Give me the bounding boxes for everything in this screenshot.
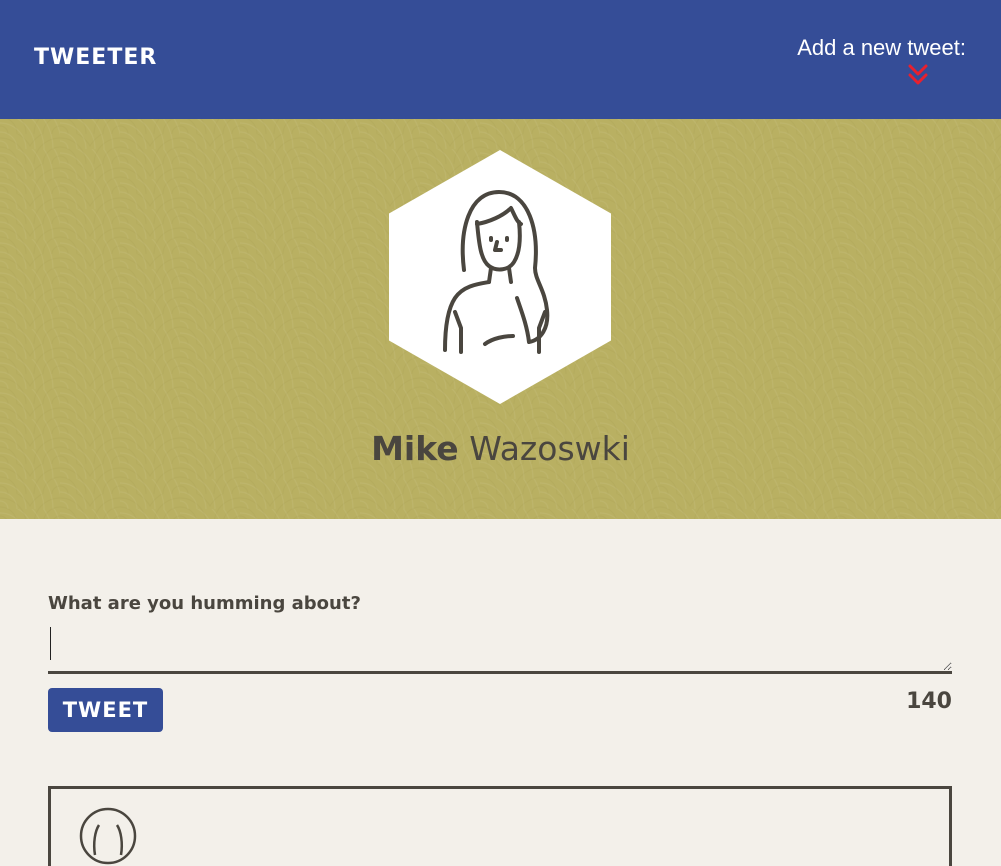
compose-toggle-label: Add a new tweet: [797, 35, 966, 60]
top-nav: TWEETER Add a new tweet: [0, 0, 1001, 119]
character-counter: 140 [906, 689, 952, 714]
profile-name: Mike Wazoswki [0, 429, 1001, 469]
double-chevron-down-icon[interactable] [908, 63, 928, 87]
brand-logo[interactable]: TWEETER [34, 45, 157, 71]
profile-avatar [389, 150, 611, 404]
profile-first-name: Mike [371, 429, 459, 468]
profile-header: Mike Wazoswki [0, 119, 1001, 519]
composer-label: What are you humming about? [48, 593, 361, 614]
tweet-card [48, 786, 952, 866]
profile-last-name: Wazoswki [469, 429, 630, 468]
tweet-avatar-icon [79, 807, 137, 865]
text-cursor [50, 627, 51, 660]
tweet-textarea[interactable] [48, 622, 952, 674]
compose-toggle[interactable]: Add a new tweet: [786, 35, 966, 61]
tweet-submit-button[interactable]: TWEET [48, 688, 163, 732]
